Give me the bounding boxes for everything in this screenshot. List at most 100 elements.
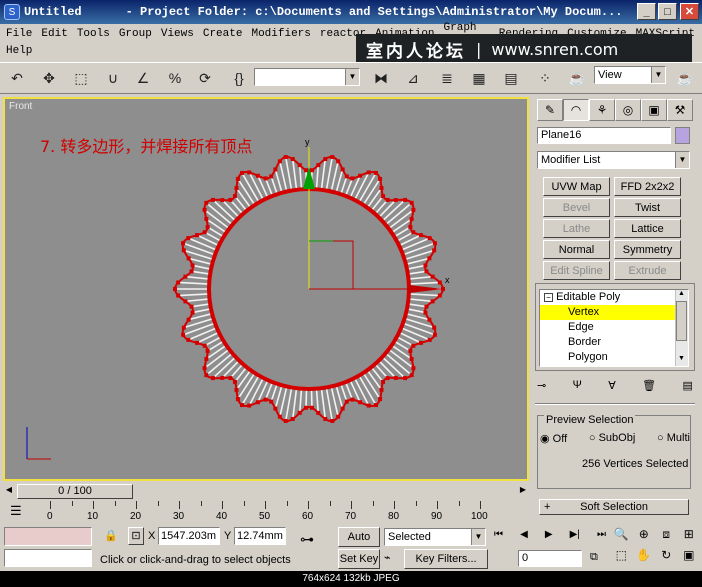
pan-icon[interactable]: ✋: [633, 548, 656, 569]
bind-to-spacewarp-icon[interactable]: ⬚: [70, 67, 92, 89]
go-to-start-icon[interactable]: ⏮: [494, 529, 503, 545]
set-key-button[interactable]: Set Key: [338, 549, 380, 569]
soft-selection-rollout[interactable]: + Soft Selection: [539, 499, 689, 515]
modify-tab-icon[interactable]: ◠: [563, 99, 589, 121]
time-slider-thumb[interactable]: 0 / 100: [17, 484, 133, 499]
quick-render-icon[interactable]: ☕: [674, 67, 696, 89]
curve-editor-icon[interactable]: ▦: [468, 67, 490, 89]
modifier-button-edit-spline[interactable]: Edit Spline: [543, 261, 610, 280]
material-editor-icon[interactable]: ⁘: [534, 67, 556, 89]
menu-create[interactable]: Create: [203, 28, 243, 40]
stack-item-edge[interactable]: Edge: [540, 320, 676, 335]
stack-scrollbar[interactable]: ▲ ▼: [675, 290, 688, 366]
time-slider-track[interactable]: ◀ 0 / 100 ▶: [3, 483, 529, 500]
configure-sets-icon[interactable]: ▤: [683, 379, 693, 392]
auto-key-button[interactable]: Auto Key: [338, 527, 380, 561]
menu-group[interactable]: Group: [119, 28, 152, 40]
modifier-button-symmetry[interactable]: Symmetry: [614, 240, 681, 259]
align-icon[interactable]: ⊿: [402, 67, 424, 89]
hierarchy-tab-icon[interactable]: ⚘: [589, 99, 615, 121]
y-coordinate-field[interactable]: 12.74mm: [234, 527, 286, 545]
select-link-icon[interactable]: ✥: [38, 67, 60, 89]
arc-rotate-icon[interactable]: ↻: [655, 548, 678, 569]
stack-item-border[interactable]: Border: [540, 335, 676, 350]
go-to-end-icon[interactable]: ⏭: [597, 529, 606, 545]
minimize-button[interactable]: _: [637, 3, 656, 20]
snap-3d-icon[interactable]: ∪: [102, 67, 124, 89]
set-keys-icon[interactable]: ⌁: [384, 551, 391, 564]
modifier-button-lattice[interactable]: Lattice: [614, 219, 681, 238]
stack-item-vertex[interactable]: Vertex: [540, 305, 676, 320]
key-mode-dropdown[interactable]: Selected ▼: [384, 528, 486, 546]
render-scene-icon[interactable]: ☕: [566, 67, 588, 89]
maxscript-mini-listener[interactable]: [4, 549, 92, 567]
modifier-button-uvw-map[interactable]: UVW Map: [543, 177, 610, 196]
zoom-region-icon[interactable]: ⬚: [610, 548, 633, 569]
menu-file[interactable]: File: [6, 28, 32, 40]
named-selection-set-dropdown[interactable]: ▼: [254, 68, 360, 86]
zoom-extents-icon[interactable]: ⧈: [655, 527, 678, 548]
next-key-icon[interactable]: ▶|: [570, 529, 580, 545]
undo-icon[interactable]: ↶: [6, 67, 28, 89]
modifier-button-ffd-2x2x2[interactable]: FFD 2x2x2: [614, 177, 681, 196]
motion-tab-icon[interactable]: ◎: [615, 99, 641, 121]
track-bar[interactable]: ☰ 0 10 20 30 40 50 60 70 80 90 100: [0, 501, 530, 527]
mini-curve-editor-icon[interactable]: ☰: [10, 503, 22, 519]
next-frame-icon[interactable]: ▶: [517, 485, 529, 498]
menu-help[interactable]: Help: [6, 45, 32, 57]
absolute-mode-icon[interactable]: ⊡: [128, 527, 144, 545]
maxscript-listener[interactable]: [4, 527, 92, 546]
modifier-button-extrude[interactable]: Extrude: [614, 261, 681, 280]
object-color-swatch[interactable]: [675, 127, 690, 144]
current-frame-field[interactable]: 0: [518, 550, 582, 567]
pin-stack-icon[interactable]: ⊸: [537, 379, 546, 392]
lock-selection-icon[interactable]: 🔒: [104, 529, 118, 542]
object-name-field[interactable]: Plane16: [537, 127, 671, 144]
schematic-view-icon[interactable]: ▤: [500, 67, 522, 89]
modifier-button-twist[interactable]: Twist: [614, 198, 681, 217]
modifier-button-bevel[interactable]: Bevel: [543, 198, 610, 217]
display-tab-icon[interactable]: ▣: [641, 99, 667, 121]
named-selection-icon[interactable]: {}: [228, 67, 250, 89]
front-viewport[interactable]: Front 7. 转多边形，并焊接所有顶点 yx: [3, 97, 529, 481]
preview-option-subobj[interactable]: ○ SubObj: [589, 432, 635, 445]
make-unique-icon[interactable]: ∀: [608, 379, 616, 392]
zoom-all-icon[interactable]: ⊕: [633, 527, 656, 548]
stack-root[interactable]: − Editable Poly: [544, 290, 620, 305]
stack-item-polygon[interactable]: Polygon: [540, 350, 676, 365]
mirror-icon[interactable]: ⧓: [370, 67, 392, 89]
angle-snap-icon[interactable]: ∠: [132, 67, 154, 89]
time-config-icon[interactable]: ⧉: [590, 551, 598, 564]
menu-tools[interactable]: Tools: [77, 28, 110, 40]
spinner-snap-icon[interactable]: ⟳: [194, 67, 216, 89]
menu-modifiers[interactable]: Modifiers: [251, 28, 310, 40]
zoom-extents-all-icon[interactable]: ⊞: [678, 527, 701, 548]
max-app-icon[interactable]: S: [4, 4, 20, 20]
close-button[interactable]: ✕: [680, 3, 699, 20]
menu-edit[interactable]: Edit: [41, 28, 67, 40]
utilities-tab-icon[interactable]: ⚒: [667, 99, 693, 121]
stack-item-element[interactable]: Element: [540, 365, 676, 366]
prev-key-icon[interactable]: ◀: [520, 529, 528, 545]
preview-option-multi[interactable]: ○ Multi: [657, 432, 690, 445]
render-type-dropdown[interactable]: View ▼: [594, 66, 666, 84]
remove-modifier-icon[interactable]: 🗑: [642, 379, 656, 392]
modifier-button-lathe[interactable]: Lathe: [543, 219, 610, 238]
layer-manager-icon[interactable]: ≣: [436, 67, 458, 89]
percent-snap-icon[interactable]: %: [164, 67, 186, 89]
x-coordinate-field[interactable]: 1547.203m: [158, 527, 220, 545]
maximize-viewport-icon[interactable]: ▣: [678, 548, 701, 569]
zoom-icon[interactable]: 🔍: [610, 527, 633, 548]
show-end-result-icon[interactable]: Ψ: [573, 379, 582, 391]
key-filters-button[interactable]: Key Filters...: [404, 549, 488, 569]
maximize-button[interactable]: □: [658, 3, 677, 20]
play-icon[interactable]: ▶: [545, 529, 553, 545]
preview-option-off[interactable]: ◉ Off: [540, 432, 567, 445]
prev-frame-icon[interactable]: ◀: [3, 485, 15, 498]
modifier-button-normal[interactable]: Normal: [543, 240, 610, 259]
modifier-list-dropdown[interactable]: Modifier List ▼: [537, 151, 690, 169]
create-tab-icon[interactable]: ✎: [537, 99, 563, 121]
mesh-object[interactable]: yx: [5, 99, 527, 479]
menu-views[interactable]: Views: [161, 28, 194, 40]
modifier-stack[interactable]: − Editable Poly VertexEdgeBorderPolygonE…: [539, 289, 689, 367]
